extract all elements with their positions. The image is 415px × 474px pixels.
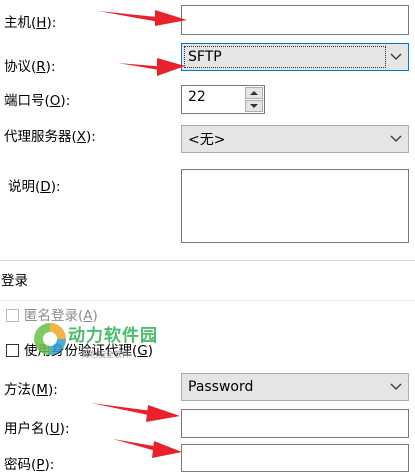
red-arrow-icon [91,403,180,422]
agent-auth-checkbox[interactable] [6,344,19,357]
divider [0,260,415,261]
username-input[interactable] [181,409,409,438]
proxy-select[interactable]: <无> [181,125,409,153]
password-input[interactable] [181,444,409,472]
username-label: 用户名(U): [4,421,70,437]
focus-rect [184,46,386,68]
host-label: 主机(H): [4,15,57,31]
port-value: 22 [188,89,206,105]
port-spinner[interactable]: 22 [181,85,265,114]
login-section-title: 登录 [1,273,28,289]
description-label: 说明(D): [8,179,61,195]
proxy-label: 代理服务器(X): [4,129,96,145]
watermark-subtext: 绿色安全软件 [82,350,130,359]
method-value: Password [188,379,254,395]
description-textarea[interactable] [181,169,409,243]
spin-down-button[interactable] [245,100,263,112]
method-label: 方法(M): [4,382,58,398]
red-arrow-icon [98,10,187,26]
chevron-down-icon [390,135,402,142]
triangle-up-icon [250,91,258,95]
spin-up-button[interactable] [245,87,263,99]
triangle-down-icon [250,104,258,108]
watermark-logo: 动力软件园 绿色安全软件 [30,315,180,370]
protocol-select[interactable]: SFTP [181,43,409,71]
red-arrow-icon [113,439,182,458]
proxy-value: <无> [188,132,226,148]
watermark-emblem-icon [34,323,66,355]
chevron-down-icon [390,383,402,390]
anonymous-login-checkbox[interactable] [6,309,19,322]
host-input[interactable] [181,5,409,35]
divider [0,300,415,301]
watermark-text: 动力软件园 [68,326,158,346]
method-select[interactable]: Password [181,373,409,401]
password-label: 密码(P): [4,457,55,473]
chevron-down-icon [390,53,402,60]
protocol-label: 协议(R): [4,59,56,75]
port-label: 端口号(O): [4,93,71,109]
red-arrow-icon [118,58,185,76]
